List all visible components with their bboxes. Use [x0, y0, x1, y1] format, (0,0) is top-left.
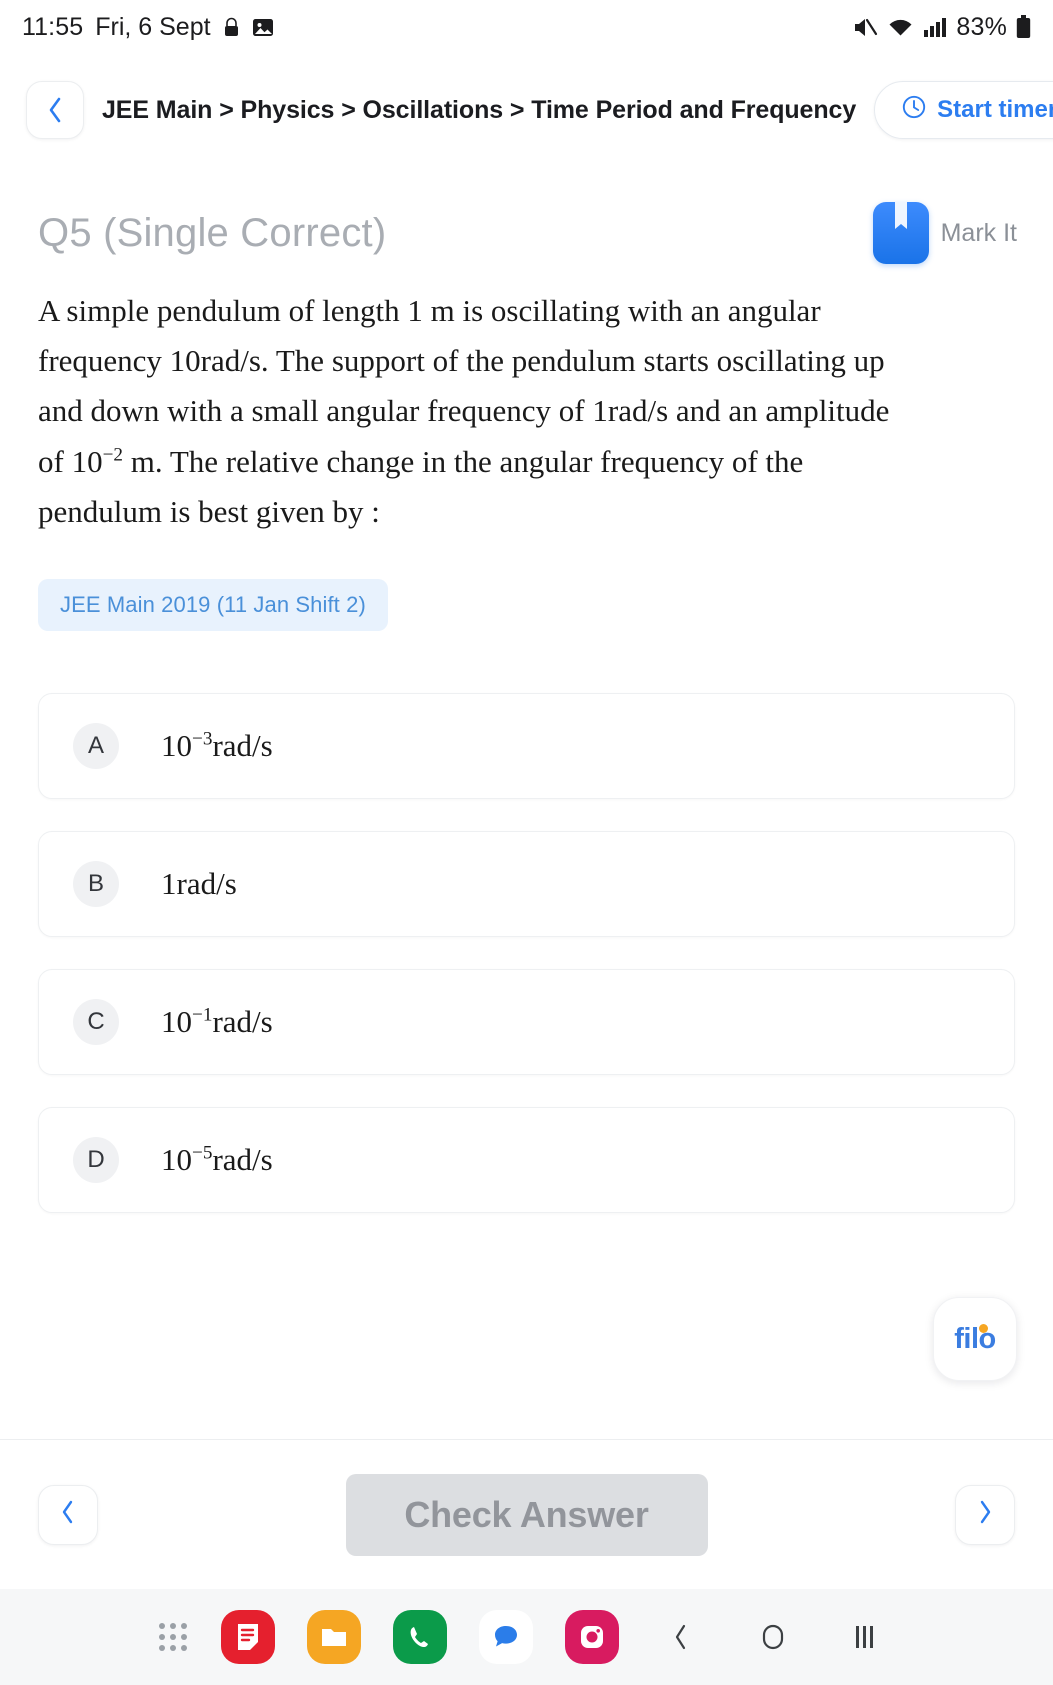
- phone-screen: 11:55 Fri, 6 Sept 83% JEE Main > Physics…: [0, 0, 1053, 1685]
- option-unit: rad/s: [212, 1004, 273, 1040]
- option-badge: D: [73, 1137, 119, 1184]
- option-exponent: −1: [192, 1004, 213, 1026]
- option-b[interactable]: B 1rad/s: [38, 831, 1015, 938]
- option-a[interactable]: A 10−3rad/s: [38, 693, 1015, 800]
- option-text: 1rad/s: [161, 866, 237, 902]
- recents-bars: [856, 1626, 873, 1648]
- instagram-app-icon[interactable]: [564, 1610, 619, 1664]
- nav-recents-icon[interactable]: [835, 1626, 895, 1648]
- option-text: 10−5rad/s: [161, 1142, 273, 1178]
- messages-app-icon[interactable]: [478, 1610, 533, 1664]
- filo-dot-icon: [979, 1323, 989, 1333]
- action-bar: Check Answer: [0, 1439, 1053, 1589]
- chevron-left-icon: [60, 1499, 76, 1530]
- exam-tag-row: JEE Main 2019 (11 Jan Shift 2): [0, 537, 1053, 632]
- content-spacer: filo: [0, 1213, 1053, 1439]
- options-list: A 10−3rad/s B 1rad/s C 10−1rad/s D 10−5r…: [0, 631, 1053, 1214]
- status-bar-right: 83%: [852, 13, 1031, 42]
- chevron-left-icon: [46, 96, 64, 124]
- option-d[interactable]: D 10−5rad/s: [38, 1107, 1015, 1214]
- option-c[interactable]: C 10−1rad/s: [38, 969, 1015, 1076]
- breadcrumb[interactable]: JEE Main > Physics > Oscillations > Time…: [102, 96, 856, 125]
- nav-back-icon[interactable]: [651, 1622, 711, 1652]
- question-text: A simple pendulum of length 1 m is oscil…: [0, 264, 960, 537]
- option-base: 10: [161, 1004, 192, 1040]
- filo-logo-label: filo: [954, 1322, 996, 1355]
- nav-home-icon[interactable]: [743, 1623, 803, 1651]
- battery-icon: [1016, 15, 1031, 39]
- status-bar: 11:55 Fri, 6 Sept 83%: [0, 0, 1053, 54]
- status-date: Fri, 6 Sept: [95, 12, 211, 41]
- option-text: 10−1rad/s: [161, 1004, 273, 1040]
- lock-icon: [223, 17, 240, 38]
- bookmark-icon: [872, 202, 929, 264]
- mark-it-label: Mark It: [940, 218, 1017, 247]
- previous-question-button[interactable]: [38, 1484, 98, 1545]
- status-time: 11:55: [22, 12, 84, 41]
- app-grid-icon[interactable]: [158, 1622, 189, 1652]
- option-base: 10: [161, 728, 192, 764]
- option-unit: rad/s: [212, 1142, 273, 1178]
- start-timer-button[interactable]: Start timer: [874, 81, 1053, 139]
- wifi-icon: [887, 16, 914, 38]
- back-button[interactable]: [26, 81, 84, 139]
- option-base: 10: [161, 1142, 192, 1178]
- option-exponent: −5: [192, 1142, 213, 1164]
- option-badge: A: [73, 723, 119, 770]
- android-dock: [0, 1589, 1053, 1685]
- notes-app-icon[interactable]: [220, 1610, 275, 1664]
- status-bar-left: 11:55 Fri, 6 Sept: [22, 13, 274, 42]
- option-base: 1: [161, 866, 177, 902]
- mark-it-button[interactable]: Mark It: [872, 202, 1031, 264]
- question-text-part-2: m. The relative change in the angular fr…: [38, 443, 804, 529]
- files-app-icon[interactable]: [306, 1610, 361, 1664]
- next-question-button[interactable]: [955, 1484, 1015, 1545]
- exam-tag[interactable]: JEE Main 2019 (11 Jan Shift 2): [38, 579, 388, 632]
- start-timer-label: Start timer: [937, 96, 1053, 123]
- check-answer-button[interactable]: Check Answer: [345, 1473, 708, 1556]
- option-unit: rad/s: [176, 866, 237, 902]
- option-text: 10−3rad/s: [161, 728, 273, 764]
- option-exponent: −3: [192, 728, 213, 750]
- app-header: JEE Main > Physics > Oscillations > Time…: [0, 54, 1053, 166]
- option-unit: rad/s: [212, 728, 273, 764]
- filo-logo-badge[interactable]: filo: [933, 1297, 1017, 1381]
- battery-percent: 83%: [956, 12, 1007, 41]
- clock-icon: [901, 94, 927, 127]
- signal-icon: [923, 16, 947, 38]
- question-exponent: −2: [102, 444, 124, 466]
- mute-icon: [852, 16, 878, 39]
- option-badge: B: [73, 861, 119, 908]
- image-icon: [252, 17, 274, 38]
- option-badge: C: [73, 999, 119, 1046]
- phone-app-icon[interactable]: [392, 1610, 447, 1664]
- question-title: Q5 (Single Correct): [38, 210, 387, 255]
- chevron-right-icon: [977, 1499, 993, 1530]
- question-header: Q5 (Single Correct) Mark It: [0, 166, 1053, 264]
- filo-logo-text: filo: [954, 1323, 996, 1356]
